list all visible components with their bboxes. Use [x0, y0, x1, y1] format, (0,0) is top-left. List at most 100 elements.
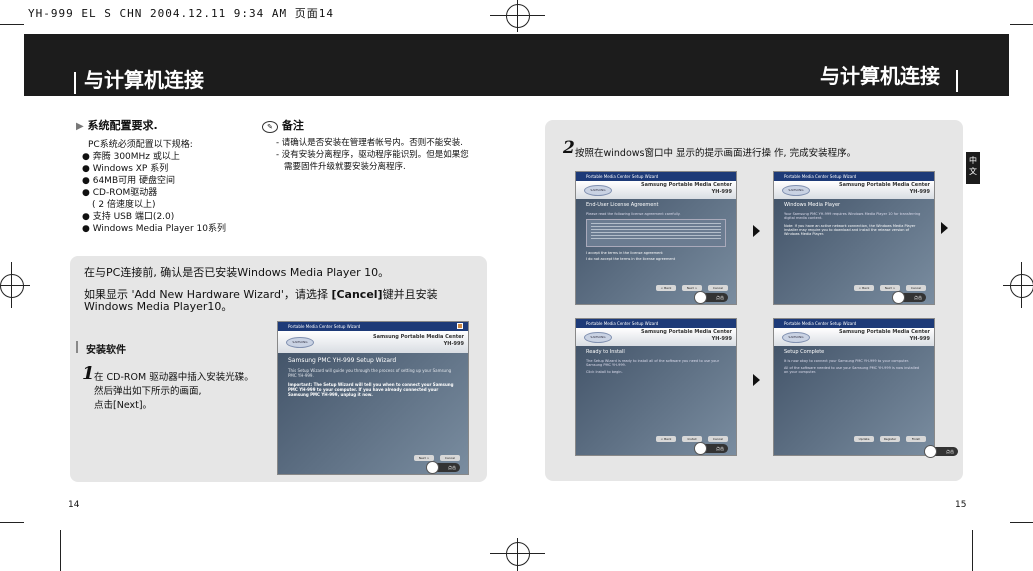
wizard-text: The Setup Wizard is ready to install all…: [586, 359, 720, 367]
window-titlebar: Portable Media Center Setup Wizard: [774, 319, 934, 328]
wizard-title: Ready to Install: [586, 349, 625, 355]
requirement-item: ● 奔腾 300MHz 或以上: [82, 152, 180, 162]
bullet-icon: ●: [82, 188, 90, 198]
step-1-instructions: 在 CD-ROM 驱动器中插入安装光碟。 然后弹出如下所示的画面, 点击[Nex…: [94, 372, 254, 411]
requirements-heading: ▶ 系统配置要求.: [76, 119, 158, 132]
cancel-button[interactable]: Cancel: [906, 285, 926, 291]
window-banner: SAMSUNG Samsung Portable Media Center YH-…: [576, 181, 736, 199]
crop-mark: [1010, 24, 1033, 25]
cancel-button[interactable]: Cancel: [440, 455, 460, 461]
install-software-heading: 安装软件: [86, 345, 126, 356]
window-body: End-User License Agreement Please read t…: [576, 199, 736, 304]
wizard-note: Note: If you have an active network conn…: [784, 224, 916, 236]
window-brand: Samsung Portable Media Center YH-999: [641, 329, 732, 342]
registration-mark: [1010, 274, 1033, 298]
samsung-logo: SAMSUNG: [782, 332, 810, 343]
requirement-item: ● 64MB可用 硬盘空间: [82, 176, 175, 186]
window-body: Ready to Install The Setup Wizard is rea…: [576, 346, 736, 455]
license-textbox[interactable]: [586, 219, 726, 247]
click-badge: 点击: [426, 461, 460, 474]
wizard-buttons: Next > Cancel: [414, 455, 460, 461]
setup-complete-window: Portable Media Center Setup Wizard SAMSU…: [773, 318, 935, 456]
window-titlebar: Portable Media Center Setup Wizard: [576, 172, 736, 181]
click-badge: 点击: [694, 442, 728, 455]
crop-mark: [0, 522, 24, 523]
window-banner: SAMSUNG Samsung Portable Media Center YH-…: [278, 331, 468, 353]
registration-mark: [0, 274, 24, 298]
samsung-logo: SAMSUNG: [584, 185, 612, 196]
print-header: YH-999 EL S CHN 2004.12.11 9:34 AM 页面14: [28, 7, 335, 20]
window-body: Samsung PMC YH-999 Setup Wizard This Set…: [278, 353, 468, 474]
click-badge: 点击: [694, 291, 728, 304]
play-arrow-icon: ▶: [76, 121, 84, 132]
wizard-buttons: < Back Next > Cancel: [854, 285, 926, 291]
finish-button[interactable]: Finish: [906, 436, 926, 442]
decline-radio[interactable]: I do not accept the terms in the license…: [576, 255, 736, 261]
hardware-wizard-text: 如果显示 'Add New Hardware Wizard'，请选择 [Canc…: [84, 288, 438, 313]
update-button[interactable]: Update: [854, 436, 874, 442]
next-step-arrow-icon: [941, 222, 948, 234]
window-brand: Samsung Portable Media Center YH-999: [839, 182, 930, 195]
window-brand: Samsung Portable Media Center YH-999: [373, 334, 464, 347]
crop-mark: [972, 530, 973, 571]
wizard-title: Windows Media Player: [784, 202, 841, 208]
wmp-window: Portable Media Center Setup Wizard SAMSU…: [773, 171, 935, 305]
left-page-title: 与计算机连接: [84, 68, 204, 92]
cancel-button[interactable]: Cancel: [708, 436, 728, 442]
registration-mark: [506, 542, 530, 566]
right-page-title: 与计算机连接: [820, 64, 940, 88]
wizard-text: It is now okay to connect your Samsung P…: [784, 359, 910, 363]
page-number-left: 14: [68, 500, 80, 510]
window-banner: SAMSUNG Samsung Portable Media Center YH-…: [774, 328, 934, 346]
back-button[interactable]: < Back: [854, 285, 874, 291]
back-button[interactable]: < Back: [656, 436, 676, 442]
crop-mark: [1010, 522, 1033, 523]
wizard-text: All of the software needed to use your S…: [784, 366, 920, 374]
wizard-title: Setup Complete: [784, 349, 825, 355]
crop-mark: [0, 24, 24, 25]
language-tab-label: 中文: [969, 156, 977, 176]
next-step-arrow-icon: [753, 225, 760, 237]
click-badge: 点击: [892, 291, 926, 304]
samsung-logo: SAMSUNG: [782, 185, 810, 196]
wizard-important-text: Important: The Setup Wizard will tell yo…: [288, 382, 454, 397]
window-banner: SAMSUNG Samsung Portable Media Center YH-…: [774, 181, 934, 199]
window-titlebar: Portable Media Center Setup Wizard: [278, 322, 468, 331]
window-close-icon[interactable]: [457, 323, 463, 329]
wizard-text: This Setup Wizard will guide you through…: [288, 368, 452, 378]
ready-to-install-window: Portable Media Center Setup Wizard SAMSU…: [575, 318, 737, 456]
wizard-text: Your Samsung PMC YH-999 requires Windows…: [784, 212, 921, 220]
bullet-icon: ●: [82, 164, 90, 174]
bullet-icon: ●: [82, 212, 90, 222]
wizard-title: Samsung PMC YH-999 Setup Wizard: [288, 357, 397, 364]
setup-wizard-window: Portable Media Center Setup Wizard SAMSU…: [277, 321, 469, 475]
note-line: - 请确认是否安装在管理者帐号内。否则不能安装.: [276, 138, 463, 148]
back-button[interactable]: < Back: [656, 285, 676, 291]
bullet-icon: ●: [82, 224, 90, 234]
window-brand: Samsung Portable Media Center YH-999: [641, 182, 732, 195]
registration-mark: [506, 4, 530, 28]
requirement-item: ● Windows Media Player 10系列: [82, 224, 226, 234]
window-body: Windows Media Player Your Samsung PMC YH…: [774, 199, 934, 304]
section-divider: [76, 341, 78, 353]
step-2-instructions: 按照在windows窗口中 显示的提示画面进行操 作, 完成安装程序。: [575, 148, 857, 159]
bullet-icon: ●: [82, 152, 90, 162]
window-brand: Samsung Portable Media Center YH-999: [839, 329, 930, 342]
window-banner: SAMSUNG Samsung Portable Media Center YH-…: [576, 328, 736, 346]
wizard-text: Click Install to begin.: [586, 370, 623, 374]
header-divider: [74, 72, 76, 94]
crop-mark: [60, 530, 61, 571]
cancel-button[interactable]: Cancel: [708, 285, 728, 291]
register-button[interactable]: Register: [880, 436, 900, 442]
wizard-buttons: Update Register Finish: [854, 436, 926, 442]
requirement-item: ● Windows XP 系列: [82, 164, 169, 174]
wizard-buttons: < Back Next > Cancel: [656, 285, 728, 291]
header-divider: [956, 70, 958, 92]
note-line: - 没有安装分离程序，驱动程序能识别。但是如果您: [276, 150, 469, 160]
click-badge: 点击: [924, 445, 958, 458]
requirements-section: ▶ 系统配置要求. PC系统必须配置以下规格: ● 奔腾 300MHz 或以上 …: [76, 117, 256, 235]
window-titlebar: Portable Media Center Setup Wizard: [576, 319, 736, 328]
wizard-buttons: < Back Install Cancel: [656, 436, 728, 442]
eula-window: Portable Media Center Setup Wizard SAMSU…: [575, 171, 737, 305]
requirement-item: ( 2 倍速度以上): [92, 200, 156, 210]
